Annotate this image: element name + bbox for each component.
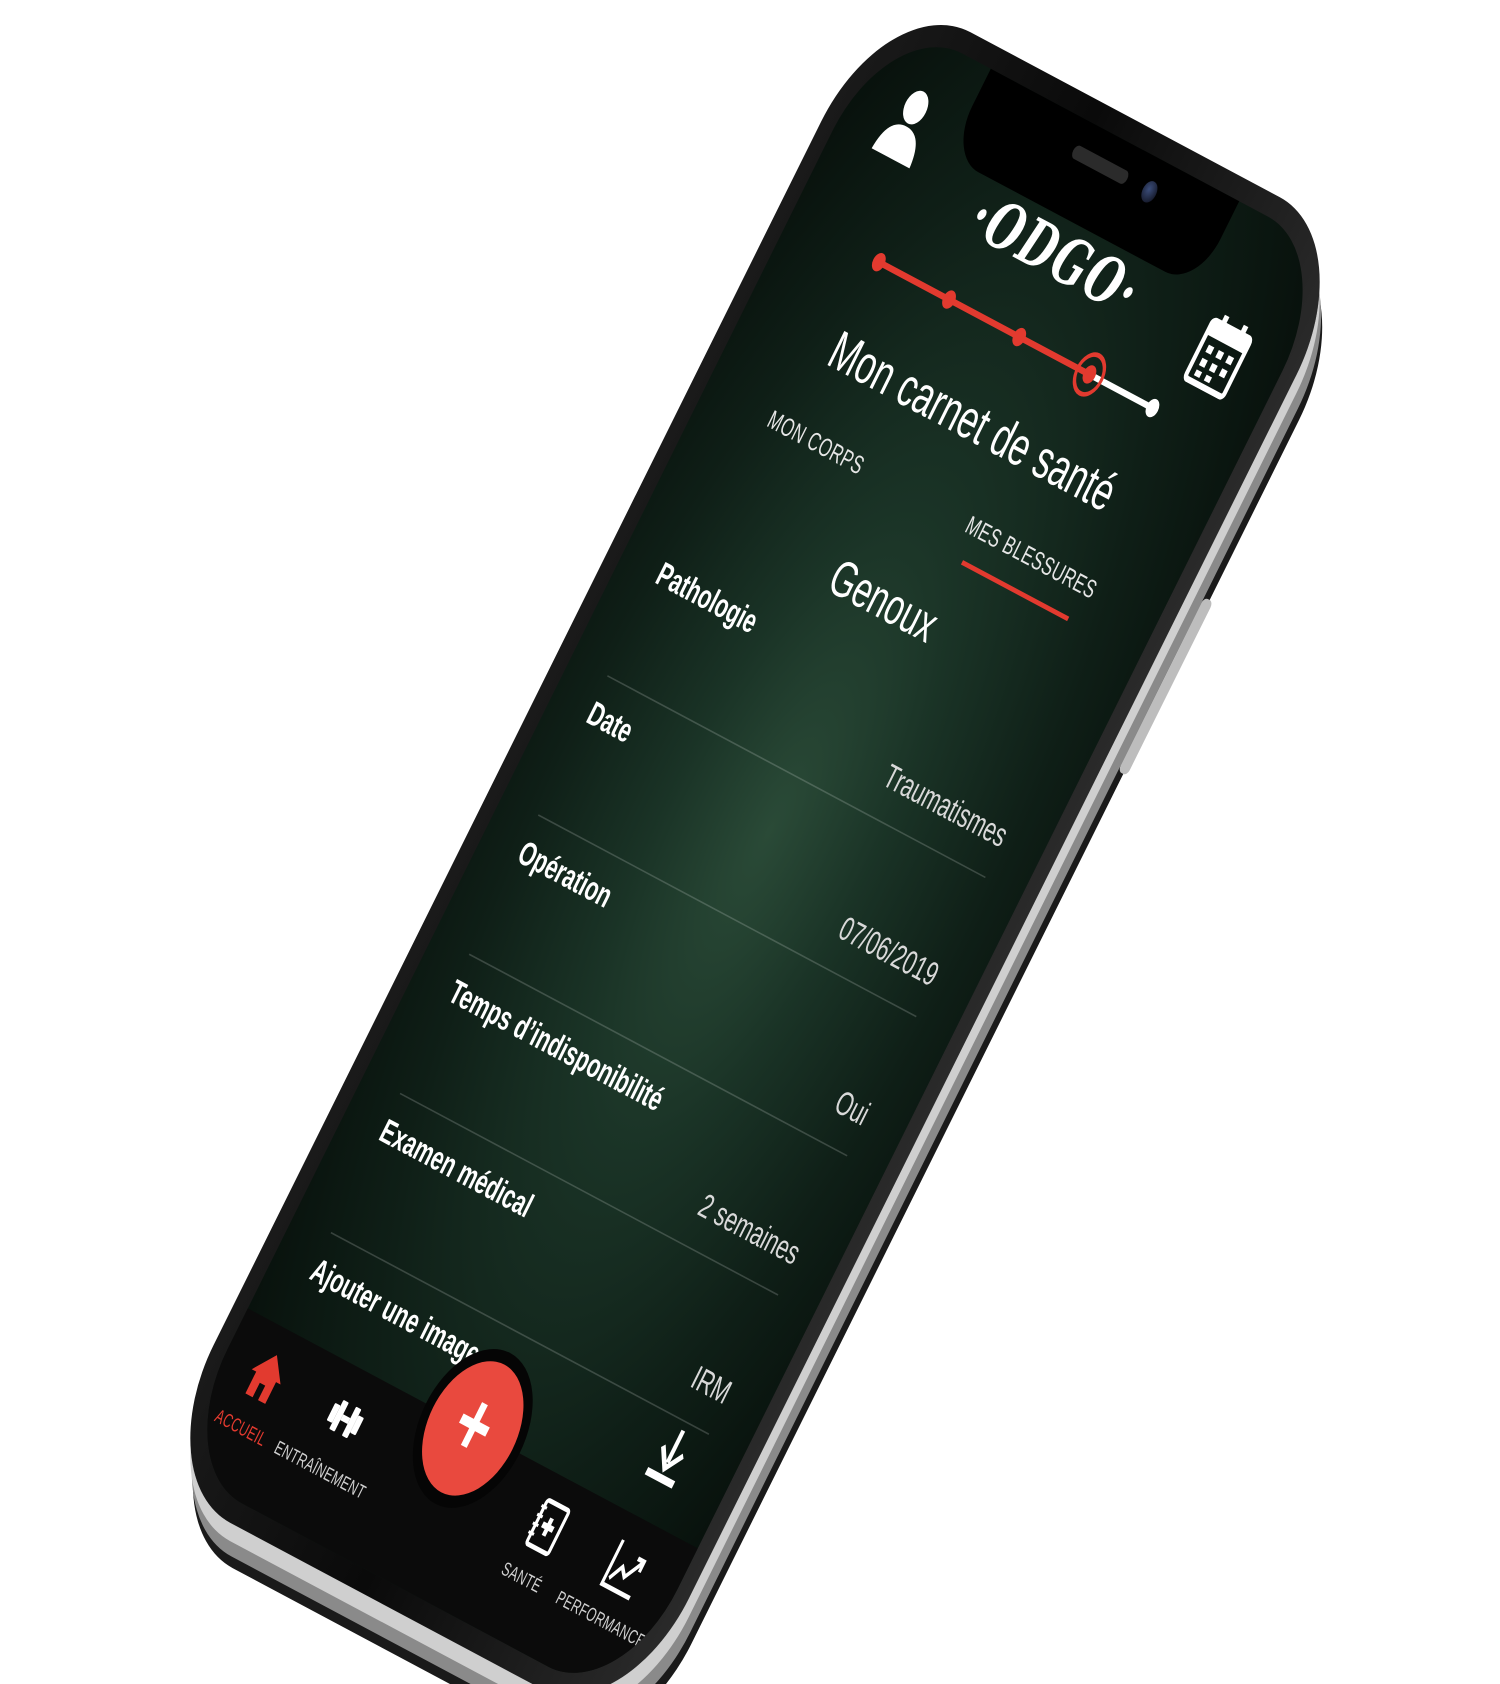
field-value[interactable]: Oui bbox=[827, 1081, 877, 1137]
home-icon bbox=[237, 1342, 295, 1411]
field-label: Date bbox=[581, 695, 639, 751]
calendar-icon[interactable] bbox=[1181, 307, 1260, 403]
speaker bbox=[1070, 143, 1131, 186]
camera bbox=[1138, 178, 1161, 206]
field-value[interactable]: 07/06/2019 bbox=[831, 907, 946, 998]
field-value[interactable]: 2 semaines bbox=[690, 1185, 807, 1277]
nav-label: ENTRAÎNEMENT bbox=[270, 1436, 370, 1504]
stage: ·ODGO· Mon carnet de santé MON CORPS MES… bbox=[0, 0, 1500, 1684]
dumbbell-icon bbox=[316, 1384, 374, 1453]
chart-icon bbox=[597, 1534, 655, 1603]
user-icon[interactable] bbox=[868, 75, 947, 172]
phone: ·ODGO· Mon carnet de santé MON CORPS MES… bbox=[147, 0, 1363, 1684]
field-label: Pathologie bbox=[650, 556, 764, 642]
field-value[interactable]: IRM bbox=[683, 1357, 738, 1416]
nav-label: PERFORMANCE bbox=[552, 1586, 650, 1653]
tab-mon-corps[interactable]: MON CORPS bbox=[760, 402, 870, 486]
health-book-icon bbox=[518, 1492, 576, 1561]
